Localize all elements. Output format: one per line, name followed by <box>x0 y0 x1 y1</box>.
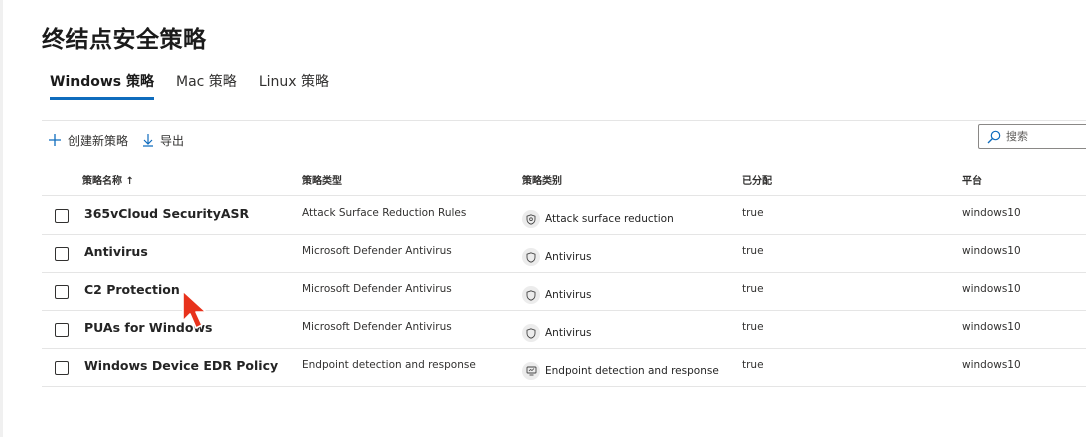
search-box[interactable] <box>978 124 1086 149</box>
policy-category: Attack surface reduction <box>522 210 674 228</box>
left-border <box>0 0 3 437</box>
policy-category-label: Attack surface reduction <box>545 213 674 225</box>
policy-category: Antivirus <box>522 248 591 266</box>
policy-category-label: Endpoint detection and response <box>545 365 719 377</box>
policy-type: Microsoft Defender Antivirus <box>302 283 452 295</box>
toolbar: 创建新策略 导出 <box>48 130 198 150</box>
policy-type: Microsoft Defender Antivirus <box>302 245 452 257</box>
mouse-cursor-icon <box>182 290 207 329</box>
platform-value: windows10 <box>962 359 1021 371</box>
column-header-policy-type[interactable]: 策略类型 <box>302 172 342 187</box>
row-checkbox[interactable] <box>55 209 69 223</box>
policy-category: Antivirus <box>522 324 591 342</box>
assigned-value: true <box>742 245 764 257</box>
row-checkbox[interactable] <box>55 247 69 261</box>
asr-shield-icon <box>522 210 540 228</box>
assigned-value: true <box>742 207 764 219</box>
policy-name[interactable]: C2 Protection <box>84 282 180 297</box>
table-row[interactable]: 365vCloud SecurityASR Attack Surface Red… <box>42 197 1086 235</box>
policy-category: Antivirus <box>522 286 591 304</box>
policy-category-label: Antivirus <box>545 251 592 263</box>
export-label: 导出 <box>160 133 185 148</box>
download-arrow-icon <box>143 134 154 147</box>
column-header-policy-name[interactable]: 策略名称 ↑ <box>82 172 134 187</box>
policy-name[interactable]: 365vCloud SecurityASR <box>84 206 249 221</box>
row-checkbox[interactable] <box>55 323 69 337</box>
policy-tabs: Windows 策略 Mac 策略 Linux 策略 <box>50 72 351 100</box>
row-checkbox[interactable] <box>55 361 69 375</box>
platform-value: windows10 <box>962 321 1021 333</box>
row-checkbox[interactable] <box>55 285 69 299</box>
policy-type: Endpoint detection and response <box>302 359 476 371</box>
table-header: 策略名称 ↑ 策略类型 策略类别 已分配 平台 <box>42 160 1086 196</box>
policy-type: Microsoft Defender Antivirus <box>302 321 452 333</box>
assigned-value: true <box>742 359 764 371</box>
shield-icon <box>522 286 540 304</box>
plus-icon <box>49 134 61 146</box>
edr-device-icon <box>522 362 540 380</box>
table-row[interactable]: Windows Device EDR Policy Endpoint detec… <box>42 349 1086 387</box>
shield-icon <box>522 324 540 342</box>
tab-windows[interactable]: Windows 策略 <box>50 72 154 100</box>
policy-category: Endpoint detection and response <box>522 362 719 380</box>
policy-category-label: Antivirus <box>545 289 592 301</box>
search-icon <box>987 130 1001 143</box>
policy-type: Attack Surface Reduction Rules <box>302 207 467 219</box>
column-header-platform[interactable]: 平台 <box>962 172 982 187</box>
platform-value: windows10 <box>962 207 1021 219</box>
assigned-value: true <box>742 283 764 295</box>
create-policy-button[interactable]: 创建新策略 <box>48 132 128 149</box>
page-title: 终结点安全策略 <box>42 27 207 53</box>
export-button[interactable]: 导出 <box>142 132 184 149</box>
divider <box>42 120 1086 121</box>
policy-name[interactable]: Antivirus <box>84 244 148 259</box>
shield-icon <box>522 248 540 266</box>
platform-value: windows10 <box>962 283 1021 295</box>
policy-name[interactable]: Windows Device EDR Policy <box>84 358 278 373</box>
column-header-assigned[interactable]: 已分配 <box>742 172 772 187</box>
policy-category-label: Antivirus <box>545 327 592 339</box>
assigned-value: true <box>742 321 764 333</box>
platform-value: windows10 <box>962 245 1021 257</box>
search-input[interactable] <box>1006 130 1076 143</box>
column-header-policy-category[interactable]: 策略类别 <box>522 172 562 187</box>
tab-linux[interactable]: Linux 策略 <box>259 72 329 100</box>
table-row[interactable]: Antivirus Microsoft Defender Antivirus A… <box>42 235 1086 273</box>
create-policy-label: 创建新策略 <box>68 133 129 148</box>
tab-mac[interactable]: Mac 策略 <box>176 72 237 100</box>
